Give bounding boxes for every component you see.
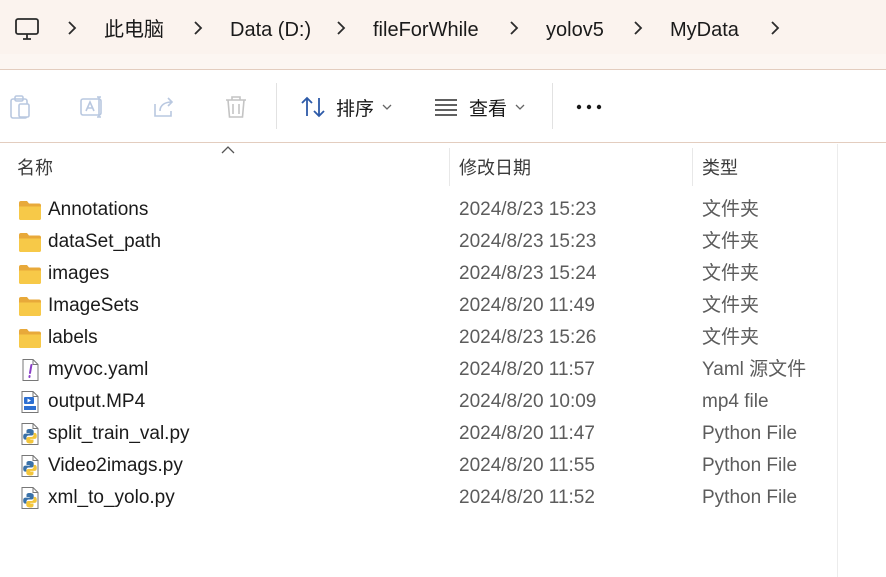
column-divider[interactable] (692, 148, 693, 186)
file-row[interactable]: dataSet_path 2024/8/23 15:23 文件夹 (0, 226, 838, 258)
file-type: Python File (702, 487, 798, 508)
column-divider[interactable] (449, 148, 450, 186)
share-icon[interactable] (151, 94, 177, 120)
rename-icon[interactable] (79, 94, 105, 120)
column-header-type[interactable]: 类型 (702, 154, 738, 180)
file-name: myvoc.yaml (48, 359, 149, 380)
sort-ascending-icon (221, 146, 235, 154)
file-row[interactable]: labels 2024/8/23 15:26 文件夹 (0, 322, 838, 354)
python-file-icon (21, 423, 39, 445)
file-modified-date: 2024/8/23 15:26 (459, 327, 597, 348)
file-modified-date: 2024/8/23 15:23 (459, 199, 597, 220)
chevron-right-icon[interactable] (770, 21, 780, 35)
chevron-down-icon (515, 104, 525, 110)
file-type: Yaml 源文件 (702, 359, 807, 380)
file-type: 文件夹 (702, 295, 760, 316)
file-name: Annotations (48, 199, 149, 220)
breadcrumb-item-drive[interactable]: Data (D:) (230, 17, 311, 43)
file-type: Python File (702, 455, 798, 476)
file-type: 文件夹 (702, 327, 760, 348)
command-bar-separator (276, 83, 277, 129)
computer-icon[interactable] (14, 17, 40, 41)
file-modified-date: 2024/8/20 11:57 (459, 359, 595, 380)
file-row[interactable]: ImageSets 2024/8/20 11:49 文件夹 (0, 290, 838, 322)
file-modified-date: 2024/8/23 15:23 (459, 231, 597, 252)
view-label: 查看 (469, 98, 508, 120)
address-bar[interactable]: 此电脑 Data (D:) fileForWhile yolov5 MyData (0, 0, 886, 54)
breadcrumb-item-yolov5[interactable]: yolov5 (546, 17, 604, 43)
file-name: ImageSets (48, 295, 139, 316)
file-modified-date: 2024/8/20 11:49 (459, 295, 595, 316)
file-type: 文件夹 (702, 199, 760, 220)
chevron-right-icon[interactable] (509, 21, 519, 35)
command-bar: 排序 查看 (0, 71, 886, 143)
file-name: images (48, 263, 110, 284)
video-file-icon (21, 391, 39, 413)
file-modified-date: 2024/8/20 11:52 (459, 487, 595, 508)
file-type: mp4 file (702, 391, 769, 412)
file-row[interactable]: output.MP4 2024/8/20 10:09 mp4 file (0, 386, 838, 418)
folder-icon (19, 297, 41, 316)
file-modified-date: 2024/8/20 11:47 (459, 423, 595, 444)
file-name: dataSet_path (48, 231, 162, 252)
file-row[interactable]: split_train_val.py 2024/8/20 11:47 Python … (0, 418, 838, 450)
file-row[interactable]: xml_to_yolo.py 2024/8/20 11:52 Python File (0, 482, 838, 514)
file-modified-date: 2024/8/20 10:09 (459, 391, 597, 412)
breadcrumb-item-this-pc[interactable]: 此电脑 (104, 17, 164, 43)
file-modified-date: 2024/8/20 11:55 (459, 455, 595, 476)
file-type: 文件夹 (702, 231, 760, 252)
paste-icon[interactable] (7, 94, 33, 120)
chevron-right-icon[interactable] (336, 21, 346, 35)
yaml-file-icon (22, 359, 39, 381)
breadcrumb-item-fileforwhile[interactable]: fileForWhile (373, 17, 479, 43)
sort-icon (301, 96, 325, 118)
file-row[interactable]: myvoc.yaml 2024/8/20 11:57 Yaml 源文件 (0, 354, 838, 386)
file-list: Annotations 2024/8/23 15:23 文件夹 dataSet_pa… (0, 194, 838, 514)
file-type: 文件夹 (702, 263, 760, 284)
breadcrumb-item-mydata[interactable]: MyData (670, 17, 739, 43)
folder-icon (19, 201, 41, 220)
chevron-right-icon[interactable] (67, 21, 77, 35)
more-options-icon[interactable] (576, 94, 602, 120)
file-name: labels (48, 327, 98, 348)
python-file-icon (21, 455, 39, 477)
view-button[interactable]: 查看 (433, 89, 525, 125)
chevron-down-icon (382, 104, 392, 110)
delete-icon[interactable] (223, 94, 249, 120)
chevron-right-icon[interactable] (193, 21, 203, 35)
address-bar-divider (0, 54, 886, 70)
file-name: split_train_val.py (48, 423, 190, 444)
file-name: Video2imags.py (48, 455, 183, 476)
file-row[interactable]: Video2imags.py 2024/8/20 11:55 Python File (0, 450, 838, 482)
file-row[interactable]: images 2024/8/23 15:24 文件夹 (0, 258, 838, 290)
chevron-right-icon[interactable] (633, 21, 643, 35)
column-header-date[interactable]: 修改日期 (459, 154, 531, 180)
column-header-row: 名称 修改日期 类型 (0, 144, 838, 186)
file-name: output.MP4 (48, 391, 146, 412)
command-bar-separator (552, 83, 553, 129)
file-type: Python File (702, 423, 798, 444)
sort-label: 排序 (336, 98, 375, 120)
view-list-icon (435, 99, 457, 116)
column-header-name[interactable]: 名称 (17, 154, 53, 180)
sort-button[interactable]: 排序 (300, 89, 392, 125)
folder-icon (19, 265, 41, 284)
python-file-icon (21, 487, 39, 509)
folder-icon (19, 329, 41, 348)
file-name: xml_to_yolo.py (48, 487, 175, 508)
file-explorer-window: 此电脑 Data (D:) fileForWhile yolov5 MyData (0, 0, 886, 577)
folder-icon (19, 233, 41, 252)
file-row[interactable]: Annotations 2024/8/23 15:23 文件夹 (0, 194, 838, 226)
file-modified-date: 2024/8/23 15:24 (459, 263, 597, 284)
